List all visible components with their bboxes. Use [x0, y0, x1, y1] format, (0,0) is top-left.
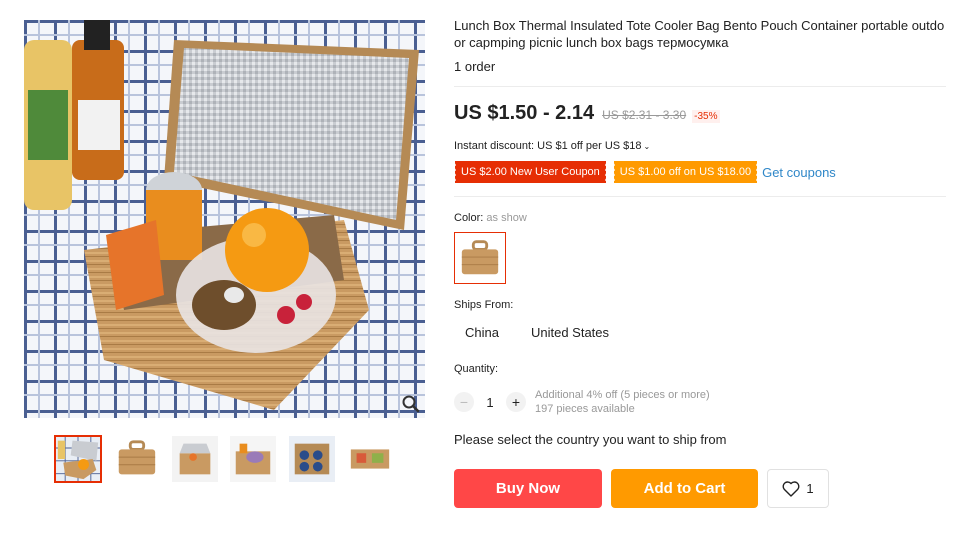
product-title: Lunch Box Thermal Insulated Tote Cooler …: [454, 18, 945, 50]
quantity-value[interactable]: 1: [474, 395, 506, 410]
ship-country-notice: Please select the country you want to sh…: [454, 432, 727, 447]
new-user-coupon[interactable]: US $2.00 New User Coupon: [454, 161, 606, 183]
color-value: as show: [486, 212, 527, 224]
quantity-increase-button[interactable]: +: [506, 392, 526, 412]
quantity-notes: Additional 4% off (5 pieces or more) 197…: [535, 388, 710, 416]
coupon-row: US $2.00 New User Coupon US $1.00 off on…: [454, 161, 836, 183]
original-price: US $2.31 - 3.30: [602, 108, 687, 122]
thumbnail-5[interactable]: [288, 435, 336, 483]
chevron-down-icon: ⌄: [643, 142, 651, 151]
bulk-discount-note: Additional 4% off (5 pieces or more): [535, 389, 710, 401]
action-buttons: Buy Now Add to Cart 1: [454, 469, 829, 508]
ships-from-options: China United States: [454, 318, 630, 348]
buy-now-button[interactable]: Buy Now: [454, 469, 602, 508]
thumbnail-3[interactable]: [171, 435, 219, 483]
ship-option-china[interactable]: China: [454, 318, 510, 348]
color-label-text: Color:: [454, 212, 484, 224]
store-coupon[interactable]: US $1.00 off on US $18.00: [612, 161, 758, 183]
wishlist-count: 1: [806, 481, 814, 496]
magnifier-icon[interactable]: [401, 394, 421, 414]
current-price: US $1.50 - 2.14: [454, 102, 595, 124]
order-count: 1 order: [454, 59, 496, 74]
add-to-cart-button[interactable]: Add to Cart: [611, 469, 758, 508]
wishlist-button[interactable]: 1: [767, 469, 829, 508]
ship-option-united-states[interactable]: United States: [520, 318, 620, 348]
divider: [454, 196, 946, 197]
thumbnail-6[interactable]: [346, 435, 394, 483]
quantity-label: Quantity:: [454, 363, 499, 375]
heart-icon: [782, 480, 800, 497]
color-swatch-as-show[interactable]: [454, 232, 506, 284]
price-row: US $1.50 - 2.14 US $2.31 - 3.30 -35%: [454, 102, 720, 125]
divider: [454, 86, 946, 87]
instant-discount[interactable]: Instant discount: US $1 off per US $18 ⌄: [454, 140, 650, 152]
get-coupons-link[interactable]: Get coupons: [762, 165, 836, 180]
stock-available-note: 197 pieces available: [535, 403, 635, 415]
thumbnail-4[interactable]: [229, 435, 277, 483]
thumbnail-2[interactable]: [112, 435, 160, 483]
product-info-panel: Lunch Box Thermal Insulated Tote Cooler …: [454, 0, 977, 540]
quantity-decrease-button[interactable]: −: [454, 392, 474, 412]
main-product-image[interactable]: [24, 20, 425, 418]
discount-badge: -35%: [692, 110, 720, 123]
instant-discount-text: Instant discount: US $1 off per US $18: [454, 140, 642, 152]
color-label: Color: as show: [454, 212, 527, 224]
ships-from-label: Ships From:: [454, 299, 514, 311]
quantity-stepper: − 1 + Additional 4% off (5 pieces or mor…: [454, 388, 710, 416]
thumbnail-1[interactable]: [54, 435, 102, 483]
